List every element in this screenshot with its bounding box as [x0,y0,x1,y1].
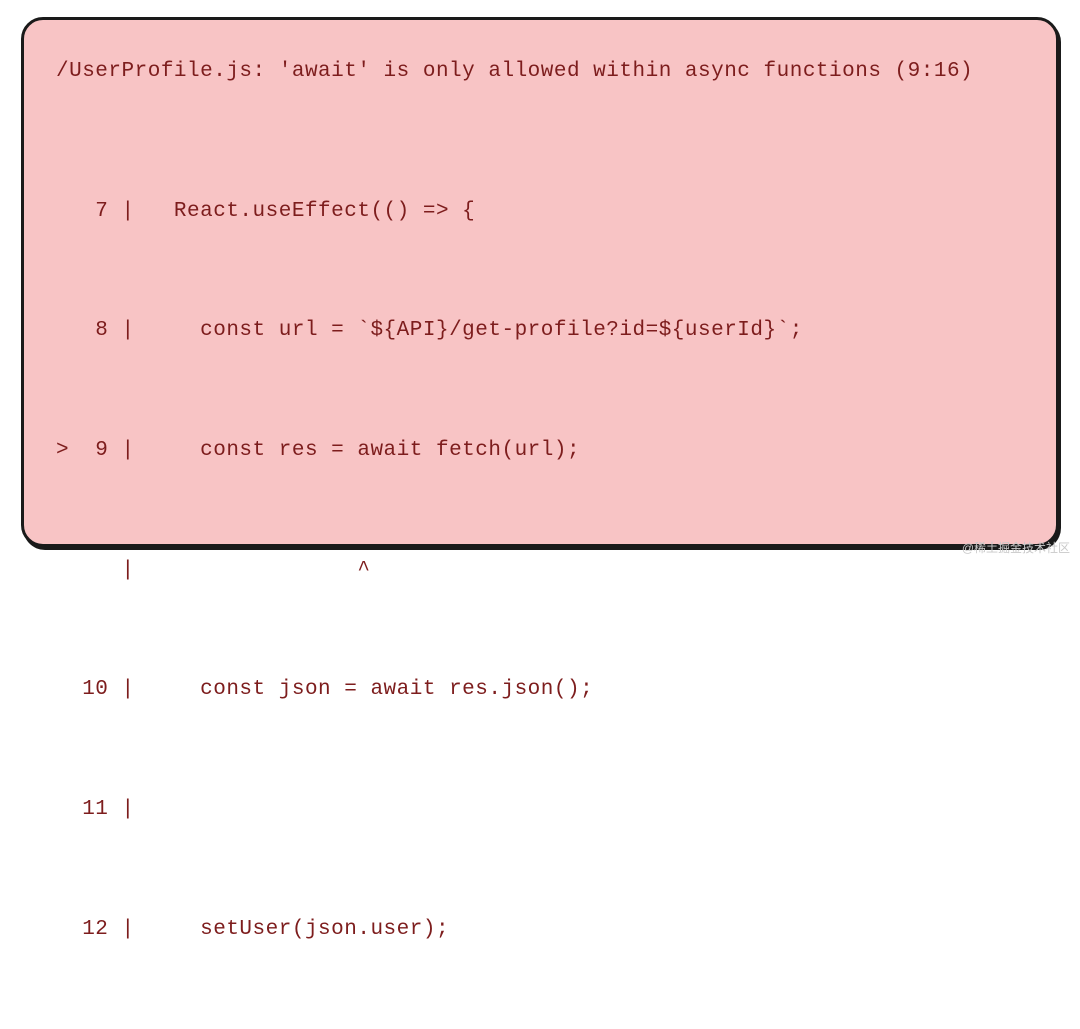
line-code: const url = `${API}/get-profile?id=${use… [148,319,803,342]
line-code: React.useEffect(() => { [148,200,476,223]
error-panel: /UserProfile.js: 'await' is only allowed… [21,17,1059,547]
line-prefix: > 9 | [56,439,148,462]
line-prefix: 11 | [56,798,148,821]
line-prefix: 7 | [56,200,148,223]
code-line-caret: | ^ [56,551,1026,591]
line-code: const json = await res.json(); [148,678,593,701]
line-prefix: | [56,559,148,582]
line-code: ^ [148,559,371,582]
line-prefix: 8 | [56,319,148,342]
line-code: const res = await fetch(url); [148,439,580,462]
code-line: 10 | const json = await res.json(); [56,670,1026,710]
code-line-highlighted: > 9 | const res = await fetch(url); [56,431,1026,471]
code-snippet: 7 | React.useEffect(() => { 8 | const ur… [56,112,1026,1029]
error-message-title: /UserProfile.js: 'await' is only allowed… [56,52,1026,92]
line-prefix: 12 | [56,918,148,941]
code-line: 12 | setUser(json.user); [56,910,1026,950]
code-line: 11 | [56,790,1026,830]
line-code: setUser(json.user); [148,918,449,941]
code-line: 7 | React.useEffect(() => { [56,192,1026,232]
watermark-text: @稀土掘金技术社区 [962,539,1070,556]
line-prefix: 10 | [56,678,148,701]
code-line: 8 | const url = `${API}/get-profile?id=$… [56,311,1026,351]
